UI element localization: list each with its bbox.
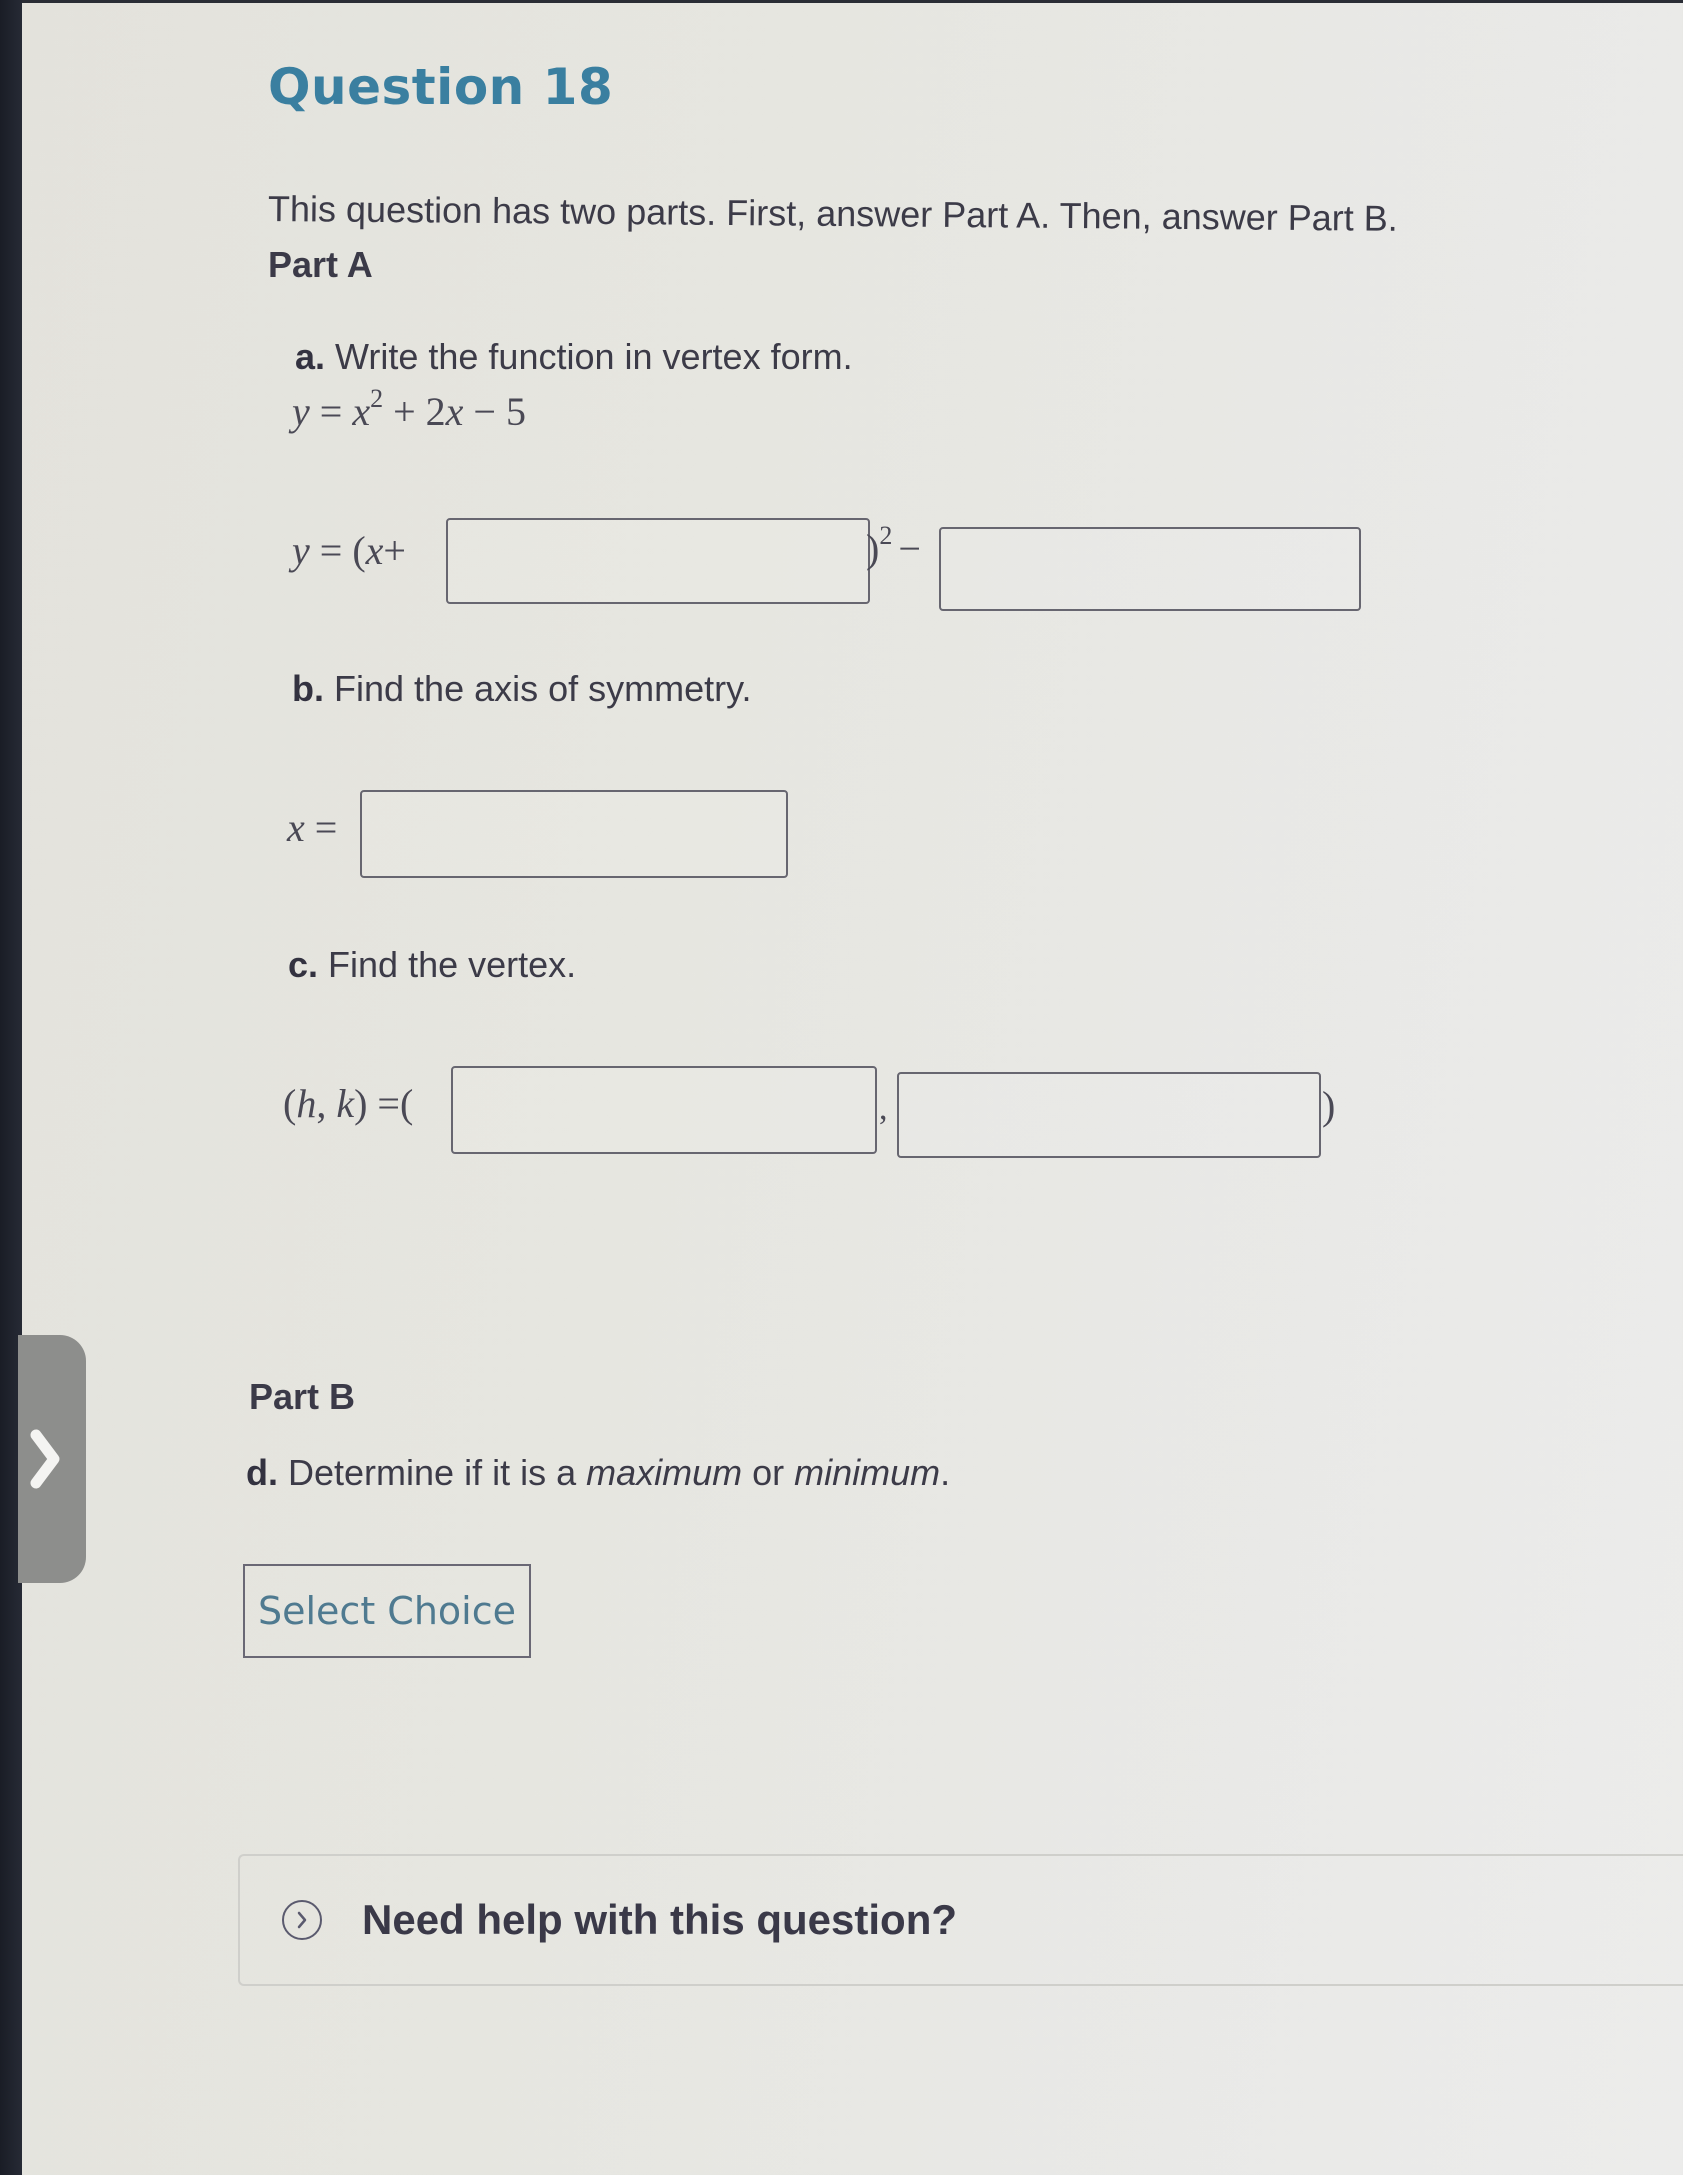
prompt-a-text: Write the function in vertex form.: [335, 336, 853, 377]
math-close-paren: ): [866, 526, 880, 571]
math-close-paren: ): [354, 1081, 368, 1126]
math-minus: −: [898, 526, 921, 571]
prompt-d: d. Determine if it is a maximum or minim…: [246, 1452, 950, 1494]
math-equals: =: [319, 389, 343, 434]
math-var-x: x: [365, 528, 384, 573]
math-open-paren: (: [283, 1081, 297, 1126]
math-term: + 2: [393, 389, 446, 434]
prompt-d-letter: d.: [246, 1452, 278, 1493]
math-equals-paren: =(: [377, 1081, 414, 1126]
screen-left-bezel: [0, 0, 22, 2175]
side-panel-toggle[interactable]: [18, 1335, 86, 1583]
given-function: y = x2 + 2x − 5: [292, 386, 526, 435]
math-var-k: k: [336, 1081, 355, 1126]
prompt-c: c. Find the vertex.: [288, 944, 576, 986]
math-comma: ,: [316, 1081, 327, 1126]
math-plus: +: [383, 528, 406, 573]
math-var-x: x: [352, 389, 371, 434]
vertex-form-prefix: y = (x+: [292, 527, 406, 574]
prompt-b: b. Find the axis of symmetry.: [292, 668, 751, 710]
math-exponent: 2: [370, 384, 384, 413]
vertex-separator: ,: [879, 1090, 888, 1127]
prompt-d-or: or: [742, 1452, 795, 1493]
math-term: − 5: [473, 389, 526, 434]
vertex-form-k-input[interactable]: [939, 527, 1361, 611]
part-a-label: Part A: [268, 244, 373, 285]
axis-prefix: x =: [287, 804, 337, 851]
prompt-a-letter: a.: [295, 336, 326, 377]
math-var-y: y: [292, 389, 310, 434]
math-equals-paren: = (: [319, 528, 366, 573]
vertex-closing-paren: ): [1322, 1083, 1336, 1128]
screen-top-bezel: [0, 0, 1683, 3]
prompt-d-word-minimum: minimum: [794, 1452, 941, 1493]
question-intro: This question has two parts. First, answ…: [267, 188, 1398, 239]
math-equals: =: [314, 805, 338, 850]
chevron-right-icon: [30, 1429, 60, 1489]
question-title: Question 18: [268, 58, 614, 116]
prompt-d-word-maximum: maximum: [586, 1452, 743, 1493]
math-var-y: y: [292, 528, 310, 573]
vertex-k-input[interactable]: [897, 1072, 1321, 1158]
prompt-d-text: Determine if it is a: [288, 1452, 587, 1493]
prompt-d-period: .: [940, 1452, 951, 1493]
vertex-prefix: (h, k) =(: [283, 1080, 413, 1127]
prompt-b-text: Find the axis of symmetry.: [334, 668, 752, 709]
prompt-c-letter: c.: [288, 944, 319, 985]
axis-of-symmetry-input[interactable]: [360, 790, 788, 878]
math-var-x: x: [287, 805, 305, 850]
vertex-form-middle: )2−: [866, 523, 921, 572]
math-exponent: 2: [879, 521, 893, 550]
prompt-c-text: Find the vertex.: [328, 944, 577, 985]
prompt-b-letter: b.: [292, 668, 324, 709]
math-var-x: x: [445, 389, 464, 434]
help-section[interactable]: Need help with this question?: [238, 1854, 1683, 1986]
vertex-h-input[interactable]: [451, 1066, 877, 1154]
max-min-select[interactable]: Select Choice: [243, 1564, 531, 1658]
part-b-label: Part B: [249, 1376, 356, 1417]
vertex-form-h-input[interactable]: [446, 518, 870, 604]
prompt-a: a. Write the function in vertex form.: [295, 336, 853, 378]
help-label[interactable]: Need help with this question?: [362, 1896, 957, 1944]
chevron-right-circle-icon[interactable]: [282, 1900, 322, 1940]
math-var-h: h: [296, 1081, 317, 1126]
